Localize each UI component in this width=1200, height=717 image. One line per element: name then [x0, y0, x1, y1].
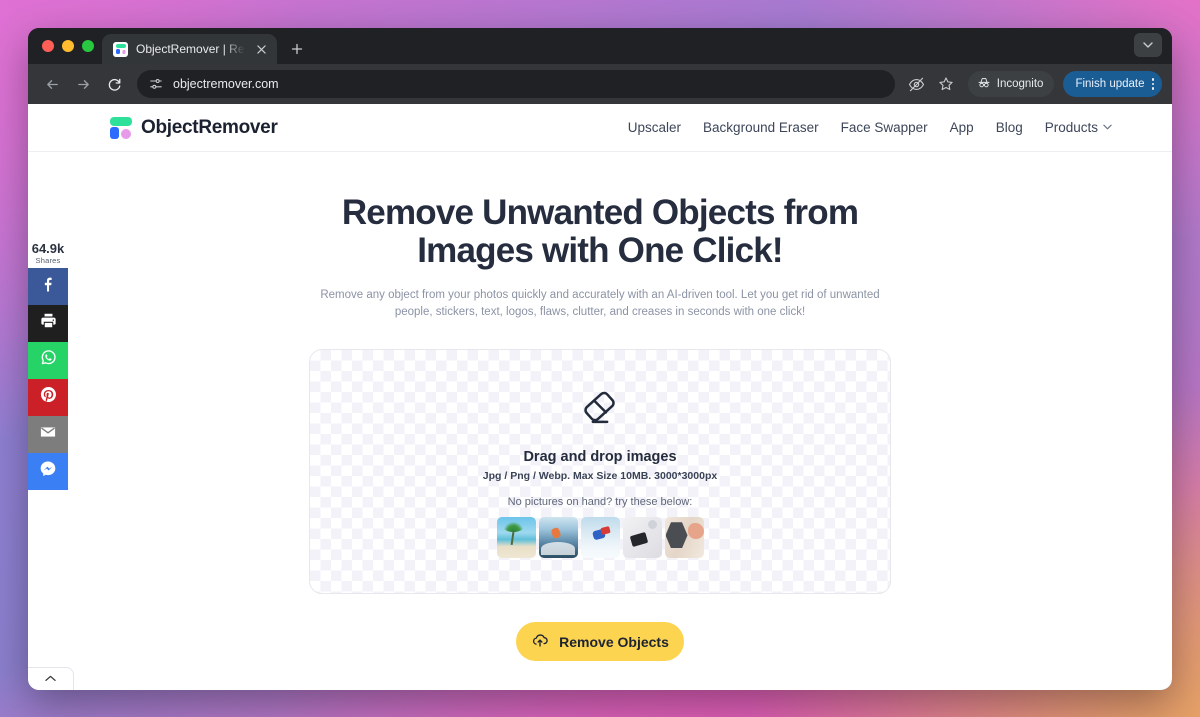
nav-label: Face Swapper [840, 120, 928, 135]
messenger-icon [38, 459, 58, 484]
window-traffic-lights [40, 28, 102, 64]
finish-update-button[interactable]: Finish update [1063, 71, 1162, 97]
kebab-menu-icon[interactable] [1151, 78, 1154, 90]
nav-item-blog[interactable]: Blog [996, 120, 1023, 135]
page-viewport: ObjectRemover Upscaler Background Eraser… [28, 104, 1172, 690]
incognito-label: Incognito [996, 78, 1044, 90]
nav-label: App [949, 120, 974, 135]
dropzone-formats: Jpg / Png / Webp. Max Size 10MB. 3000*30… [482, 470, 718, 483]
incognito-indicator[interactable]: Incognito [967, 71, 1055, 97]
sample-snowboarder[interactable] [580, 517, 620, 559]
tab-favicon-icon [113, 41, 128, 57]
share-facebook-button[interactable] [28, 267, 68, 305]
address-bar-text: objectremover.com [173, 77, 279, 91]
new-tab-button[interactable] [283, 35, 311, 63]
dropzone-samples-prompt: No pictures on hand? try these below: [507, 496, 693, 509]
nav-item-background-eraser[interactable]: Background Eraser [703, 120, 819, 135]
sample-surfer[interactable] [538, 517, 578, 559]
nav-item-upscaler[interactable]: Upscaler [628, 120, 681, 135]
page-subtitle: Remove any object from your photos quick… [320, 288, 880, 319]
back-arrow-icon[interactable] [38, 70, 66, 98]
sample-image-list [496, 517, 704, 559]
brand-logo[interactable]: ObjectRemover [110, 116, 278, 139]
page-title: Remove Unwanted Objects from Images with… [341, 193, 859, 270]
image-dropzone[interactable]: Drag and drop images Jpg / Png / Webp. M… [309, 349, 891, 595]
dropzone-title: Drag and drop images [523, 449, 677, 466]
objectremover-logo-icon [110, 116, 132, 139]
address-bar[interactable]: objectremover.com [137, 70, 895, 98]
share-print-button[interactable] [28, 304, 68, 342]
tab-close-icon[interactable] [253, 41, 269, 57]
brand-name: ObjectRemover [141, 116, 278, 138]
nav-label: Upscaler [627, 120, 682, 135]
share-email-button[interactable] [28, 415, 68, 453]
hero-section: Remove Unwanted Objects from Images with… [28, 152, 1172, 322]
sample-desk-phone[interactable] [622, 517, 662, 559]
maximize-window-button[interactable] [82, 40, 94, 52]
site-navigation: Upscaler Background Eraser Face Swapper … [628, 120, 1112, 135]
cloud-upload-icon [531, 631, 549, 652]
share-count-label: Shares [35, 255, 61, 265]
envelope-icon [38, 422, 58, 447]
eye-slash-icon[interactable] [904, 71, 930, 97]
cta-section: Remove Objects [28, 622, 1172, 662]
finish-update-label: Finish update [1075, 78, 1145, 90]
reload-icon[interactable] [100, 70, 128, 98]
site-header: ObjectRemover Upscaler Background Eraser… [28, 104, 1172, 152]
browser-toolbar: objectremover.com Incognito Finish updat… [28, 64, 1172, 104]
share-pinterest-button[interactable] [28, 378, 68, 416]
nav-label: Products [1044, 120, 1098, 135]
browser-tab[interactable]: ObjectRemover | Remove and [102, 34, 277, 64]
tab-title: ObjectRemover | Remove and [136, 42, 245, 56]
whatsapp-icon [39, 348, 58, 372]
remove-objects-label: Remove Objects [559, 633, 669, 650]
sample-person-hand[interactable] [664, 517, 704, 559]
social-share-rail: 64.9k Shares [28, 242, 68, 490]
forward-arrow-icon[interactable] [69, 70, 97, 98]
share-whatsapp-button[interactable] [28, 341, 68, 379]
pinterest-icon [39, 385, 58, 409]
nav-label: Background Eraser [703, 120, 819, 135]
facebook-icon [39, 275, 57, 298]
browser-window: ObjectRemover | Remove and [28, 28, 1172, 690]
sample-beach-palm-tree[interactable] [496, 517, 536, 559]
share-count: 64.9k Shares [28, 242, 68, 268]
eraser-icon [577, 385, 623, 436]
share-messenger-button[interactable] [28, 452, 68, 490]
tab-search-chevron-down-icon[interactable] [1134, 33, 1162, 57]
nav-item-face-swapper[interactable]: Face Swapper [841, 120, 928, 135]
downloads-bar-expand-button[interactable] [28, 667, 74, 690]
browser-tab-strip: ObjectRemover | Remove and [28, 28, 1172, 64]
incognito-hat-icon [977, 76, 991, 93]
printer-icon [39, 311, 58, 335]
nav-label: Blog [995, 120, 1023, 135]
nav-item-app[interactable]: App [950, 120, 974, 135]
close-window-button[interactable] [42, 40, 54, 52]
star-icon[interactable] [933, 71, 959, 97]
chevron-up-icon [45, 674, 56, 685]
share-count-number: 64.9k [31, 241, 65, 256]
tune-sliders-icon[interactable] [149, 77, 163, 91]
nav-item-products[interactable]: Products [1045, 120, 1112, 135]
minimize-window-button[interactable] [62, 40, 74, 52]
chevron-down-icon [1103, 123, 1112, 132]
remove-objects-button[interactable]: Remove Objects [516, 622, 684, 662]
